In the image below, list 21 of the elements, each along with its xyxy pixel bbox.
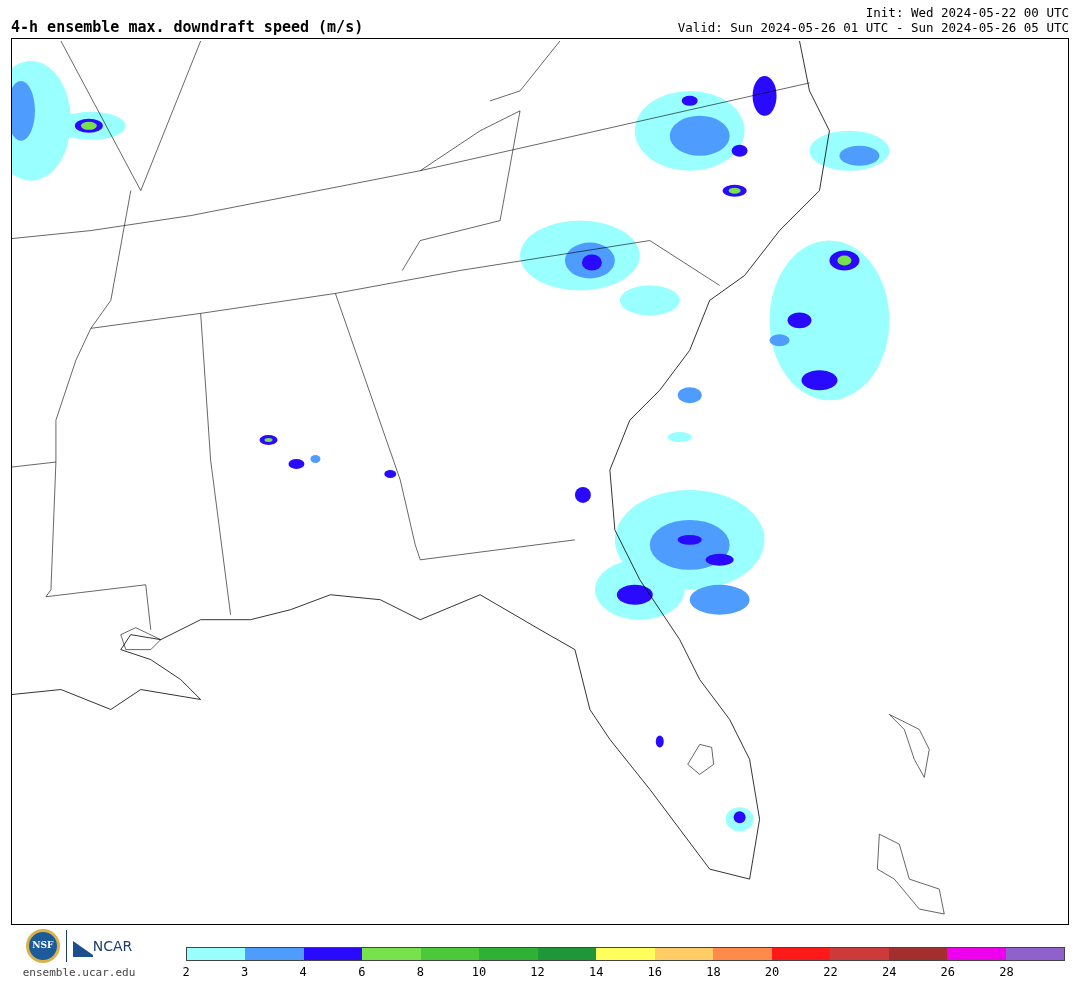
- colorbar-tick-label: 3: [241, 964, 249, 981]
- init-time: Init: Wed 2024-05-22 00 UTC: [865, 5, 1069, 20]
- colorbar-tick-label: 6: [358, 964, 366, 981]
- nsf-logo: NSF: [25, 929, 60, 963]
- colorbar-tick-label: 22: [823, 964, 838, 981]
- colorbar-tick-label: 28: [999, 964, 1014, 981]
- colorbar-tick-label: 18: [706, 964, 721, 981]
- colorbar-tick-label: 2: [182, 964, 190, 981]
- colorbar-tick-label: 24: [881, 964, 897, 981]
- colorbar-tick-label: 20: [764, 964, 780, 981]
- colorbar-tick-label: 8: [416, 964, 424, 981]
- colorbar-tick-label: 14: [588, 964, 604, 981]
- chart-title: 4-h ensemble max. downdraft speed (m/s): [11, 20, 364, 35]
- website-url: ensemble.ucar.edu: [22, 965, 136, 981]
- ncar-logo: NCAR: [72, 935, 133, 957]
- colorbar-tick-label: 26: [940, 964, 955, 981]
- colorbar-tick-label: 12: [530, 964, 545, 981]
- valid-time: Valid: Sun 2024-05-26 01 UTC - Sun 2024-05-26 05 UTC: [677, 20, 1069, 35]
- colorbar-tick-label: 10: [471, 964, 487, 981]
- colorbar-tick-label: 16: [647, 964, 662, 981]
- colorbar-tick-label: 4: [299, 964, 307, 981]
